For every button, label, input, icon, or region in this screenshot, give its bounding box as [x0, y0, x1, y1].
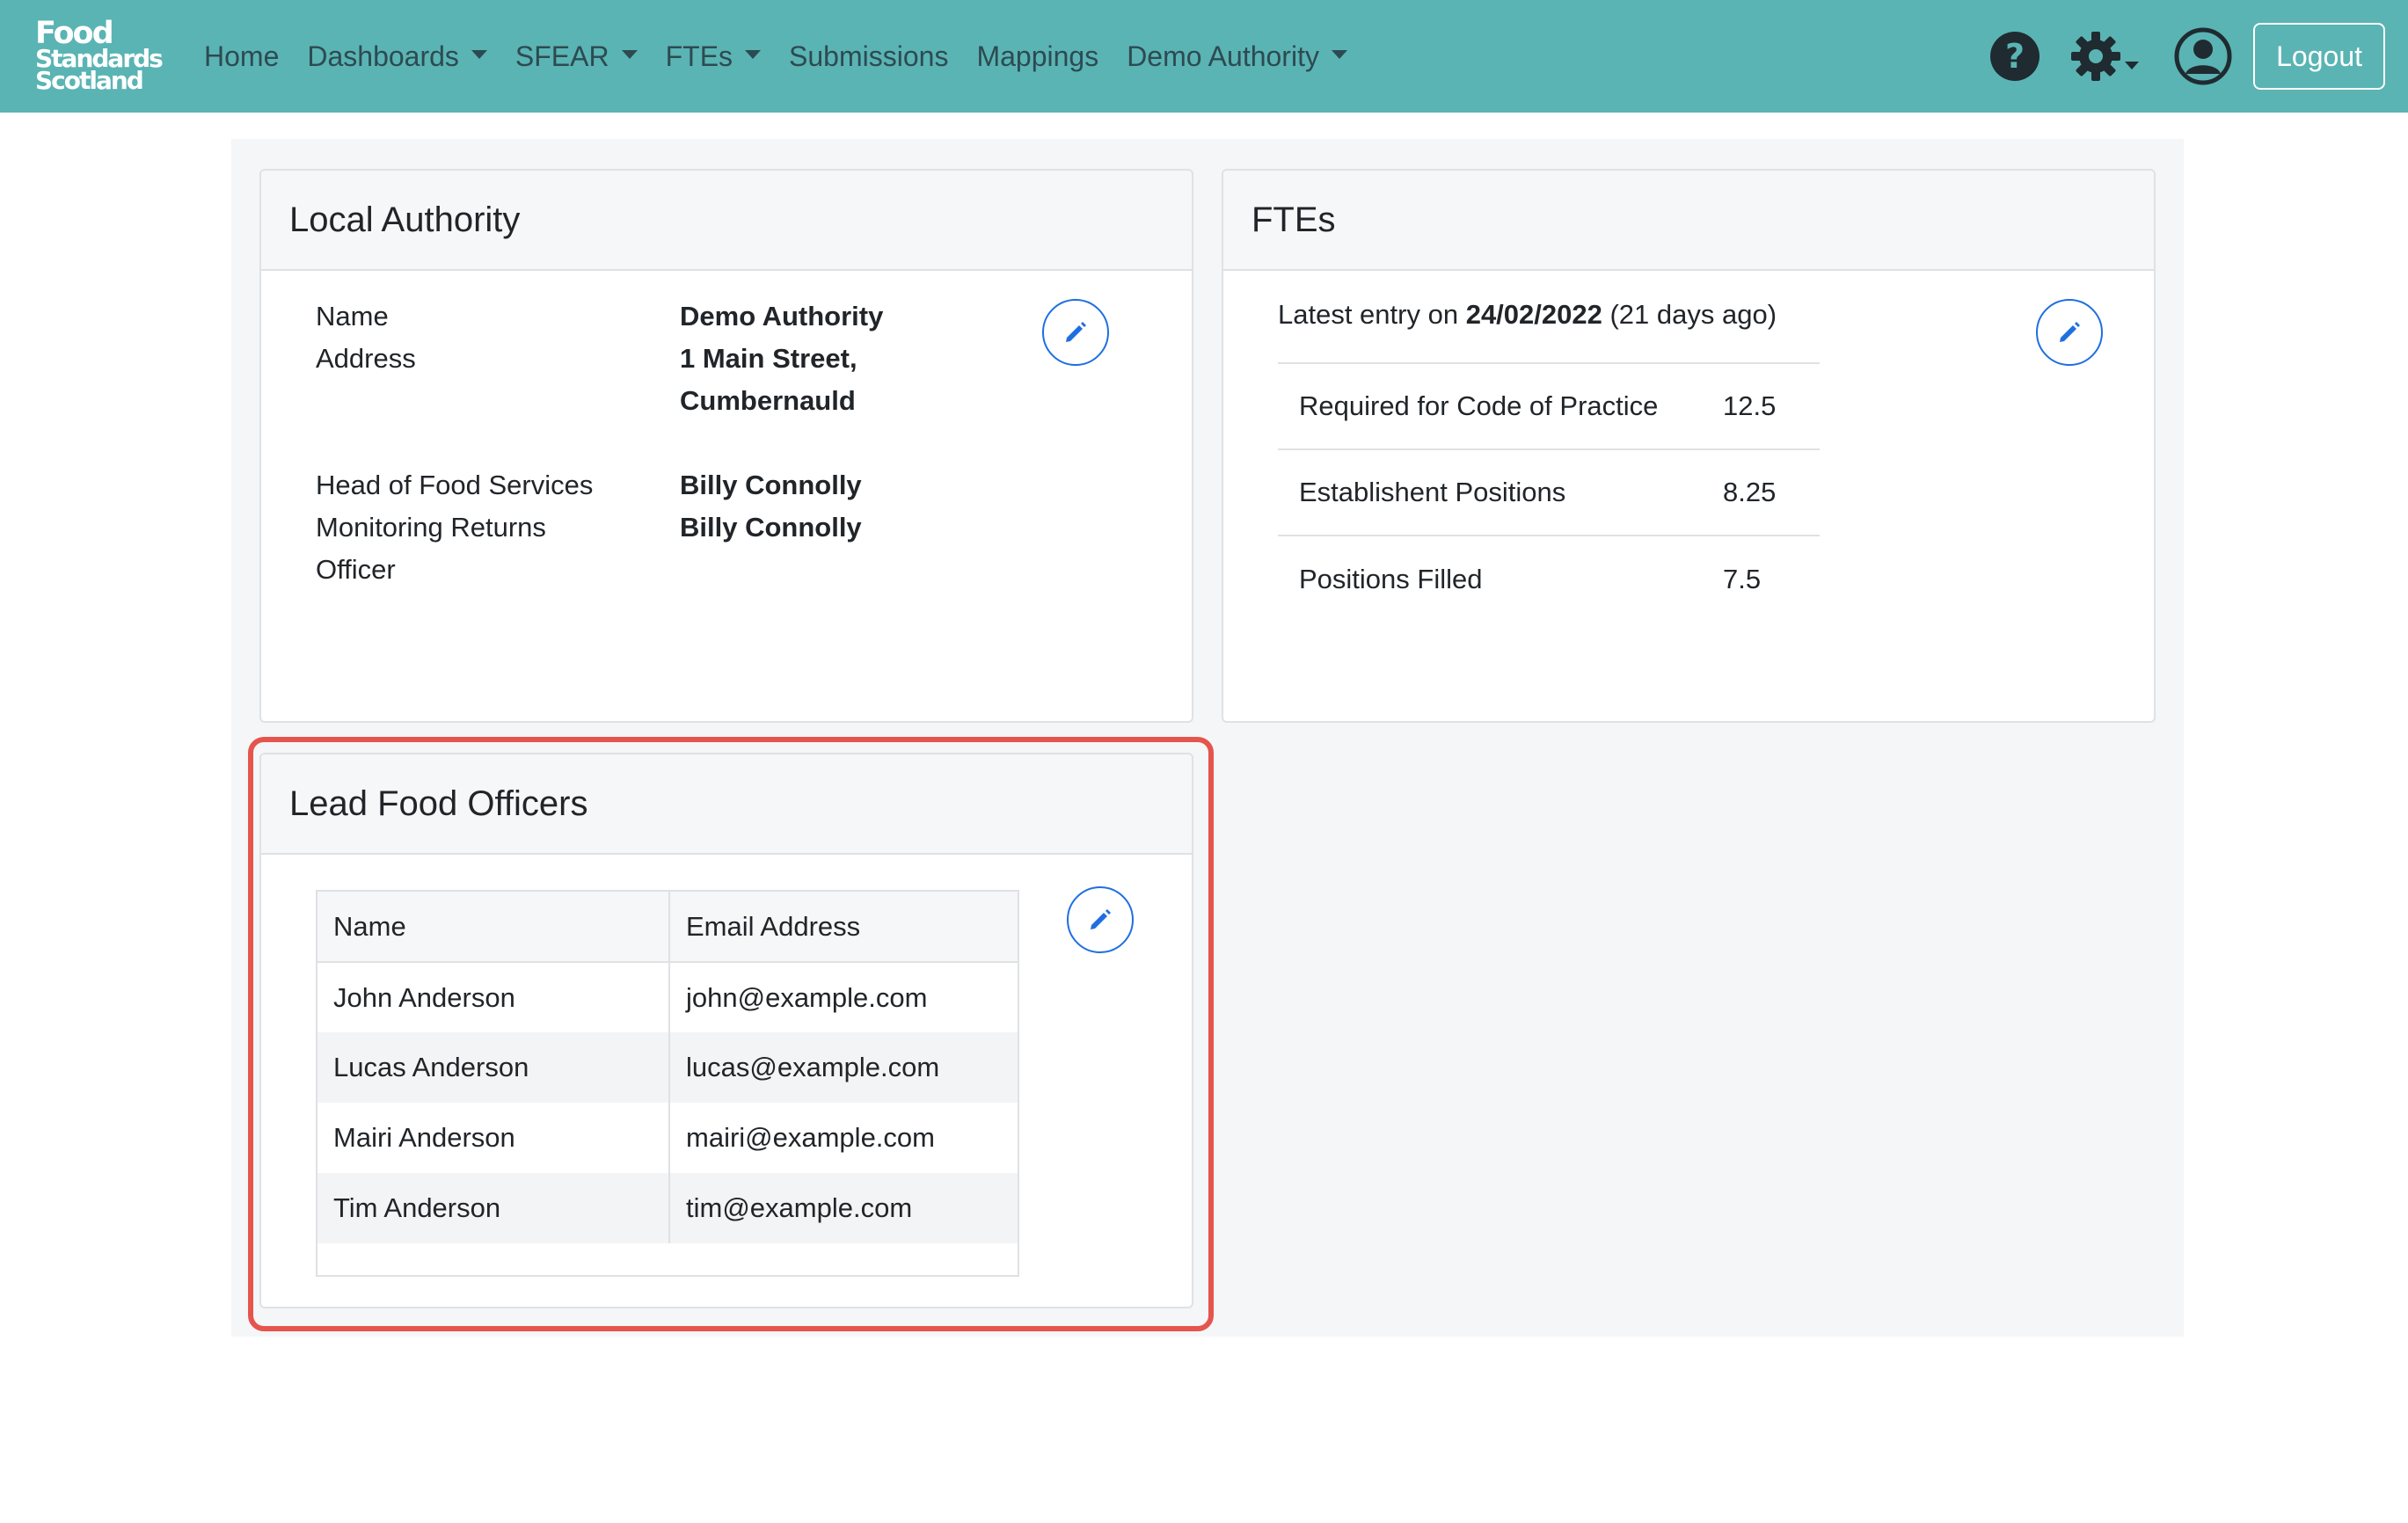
brand-logo[interactable]: Food Standards Scotland [35, 18, 167, 93]
gear-icon [2071, 32, 2121, 81]
logout-button[interactable]: Logout [2253, 23, 2385, 90]
table-row: Tim Anderson tim@example.com [317, 1173, 1018, 1243]
fte-row: Required for Code of Practice 12.5 [1278, 362, 1820, 449]
edit-local-authority-button[interactable] [1042, 299, 1109, 366]
name-label: Name [316, 301, 389, 332]
fte-row-value: 12.5 [1723, 362, 1820, 449]
address-line-1: 1 Main Street, [680, 343, 857, 374]
ftes-card: FTEs Latest entry on 24/02/2022 (21 days… [1222, 169, 2156, 723]
lead-food-officers-card: Lead Food Officers Name Email Address Jo… [259, 753, 1193, 1308]
latest-entry-prefix: Latest entry on [1278, 299, 1459, 330]
pencil-icon [1091, 909, 1111, 929]
officer-email: john@example.com [686, 981, 928, 1013]
nav-mappings[interactable]: Mappings [976, 40, 1098, 73]
pencil-icon [2060, 322, 2080, 342]
table-header-row: Name Email Address [317, 892, 1018, 963]
fte-row: Positions Filled 7.5 [1278, 535, 1820, 622]
lead-food-officers-title: Lead Food Officers [261, 754, 1192, 855]
table-row: Mairi Anderson mairi@example.com [317, 1103, 1018, 1173]
svg-text:?: ? [2005, 37, 2025, 76]
edit-lead-food-officers-button[interactable] [1067, 886, 1134, 953]
fte-row-label: Required for Code of Practice [1278, 362, 1723, 449]
table-row: John Anderson john@example.com [317, 962, 1018, 1032]
officer-email: lucas@example.com [669, 1032, 1018, 1103]
head-of-food-label: Head of Food Services [316, 470, 594, 500]
help-icon[interactable]: ? [1989, 31, 2040, 82]
fte-summary-table: Required for Code of Practice 12.5 Estab… [1278, 362, 1820, 622]
officers-table: Name Email Address John Anderson john@ex… [317, 892, 1018, 1243]
nav-sfear-dropdown[interactable]: SFEAR [515, 40, 638, 73]
mro-label-line-1: Monitoring Returns [316, 512, 546, 543]
latest-entry-text: Latest entry on 24/02/2022 (21 days ago) [1278, 299, 1777, 331]
pencil-icon [1066, 322, 1086, 342]
officer-name: Mairi Anderson [317, 1103, 670, 1173]
chevron-down-icon [471, 50, 487, 59]
settings-dropdown[interactable] [2070, 31, 2140, 82]
officer-name: Tim Anderson [317, 1173, 670, 1243]
fte-row-value: 7.5 [1723, 535, 1820, 622]
chevron-down-icon [1331, 50, 1347, 59]
nav-submissions-label: Submissions [789, 40, 949, 72]
address-line-2: Cumbernauld [680, 385, 856, 416]
latest-entry-age: (21 days ago) [1609, 299, 1777, 330]
nav-submissions[interactable]: Submissions [789, 40, 948, 73]
nav-authority-dropdown[interactable]: Demo Authority [1127, 40, 1347, 73]
nav-dashboards-label: Dashboards [307, 40, 459, 72]
edit-ftes-button[interactable] [2036, 299, 2103, 366]
mro-value: Billy Connolly [680, 512, 862, 543]
nav-authority-label: Demo Authority [1127, 40, 1319, 72]
nav-right-tools: ? Logout [1989, 0, 2385, 113]
top-navbar: Food Standards Scotland Home Dashboards … [0, 0, 2408, 113]
chevron-down-icon [2125, 61, 2140, 69]
nav-ftes-label: FTEs [665, 40, 733, 72]
nav-ftes-dropdown[interactable]: FTEs [665, 40, 762, 73]
local-authority-card: Local Authority Name Address Demo Author… [259, 169, 1193, 723]
chevron-down-icon [621, 50, 638, 59]
main-nav: Home Dashboards SFEAR FTEs Submissions M… [204, 0, 1375, 113]
nav-home-label: Home [204, 40, 280, 72]
chevron-down-icon [745, 50, 762, 59]
head-of-food-value: Billy Connolly [680, 470, 862, 500]
local-authority-title: Local Authority [261, 171, 1192, 271]
nav-home[interactable]: Home [204, 40, 279, 73]
nav-mappings-label: Mappings [976, 40, 1099, 72]
officers-table-container: Name Email Address John Anderson john@ex… [316, 890, 1019, 1277]
user-icon[interactable] [2174, 27, 2232, 85]
authority-name-value: Demo Authority [680, 301, 884, 332]
nav-sfear-label: SFEAR [514, 40, 609, 72]
officer-email: tim@example.com [669, 1173, 1018, 1243]
main-content: Local Authority Name Address Demo Author… [231, 139, 2184, 1337]
column-header-email: Email Address [669, 892, 1018, 963]
table-row: Lucas Anderson lucas@example.com [317, 1032, 1018, 1103]
latest-entry-date: 24/02/2022 [1465, 299, 1602, 330]
fte-row-value: 8.25 [1723, 448, 1820, 536]
address-label: Address [316, 343, 416, 374]
nav-dashboards-dropdown[interactable]: Dashboards [307, 40, 487, 73]
officer-name: Lucas Anderson [317, 1032, 670, 1103]
ftes-title: FTEs [1223, 171, 2154, 271]
fte-row-label: Establishent Positions [1278, 448, 1723, 536]
column-header-name: Name [317, 892, 670, 963]
fte-row: Establishent Positions 8.25 [1278, 448, 1820, 536]
fte-row-label: Positions Filled [1278, 535, 1723, 622]
mro-label-line-2: Officer [316, 554, 396, 585]
officer-name: John Anderson [317, 962, 670, 1032]
officer-email: mairi@example.com [686, 1122, 935, 1153]
